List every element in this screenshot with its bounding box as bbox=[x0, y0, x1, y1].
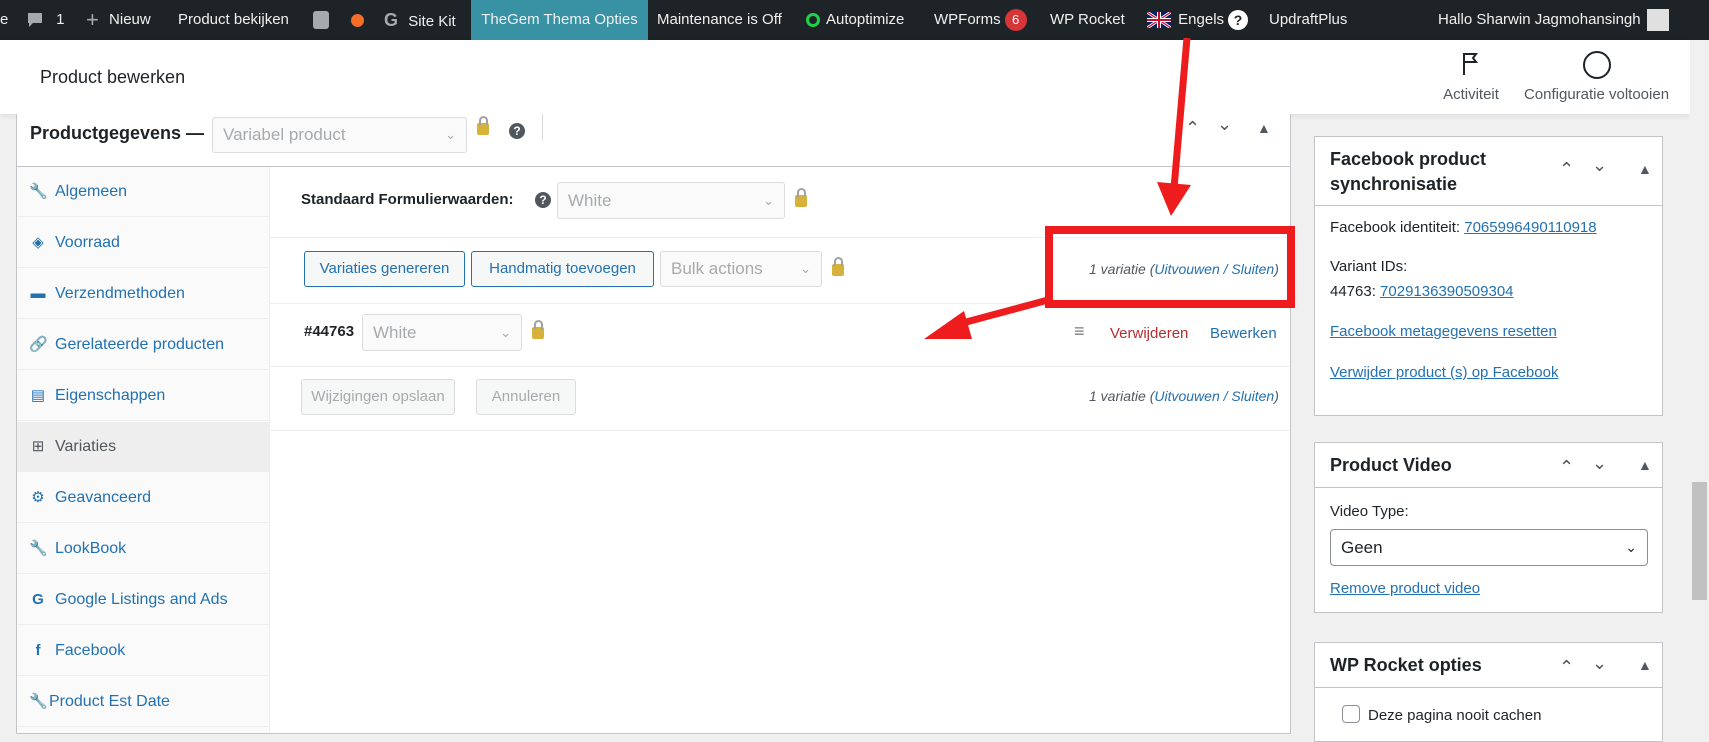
annotation-arrowhead bbox=[924, 311, 972, 339]
annotation-arrows bbox=[924, 37, 1191, 339]
annotation-arrow-down bbox=[1170, 37, 1191, 189]
annotation-arrowhead bbox=[1157, 182, 1191, 216]
annotation-arrow-left bbox=[954, 296, 1049, 329]
